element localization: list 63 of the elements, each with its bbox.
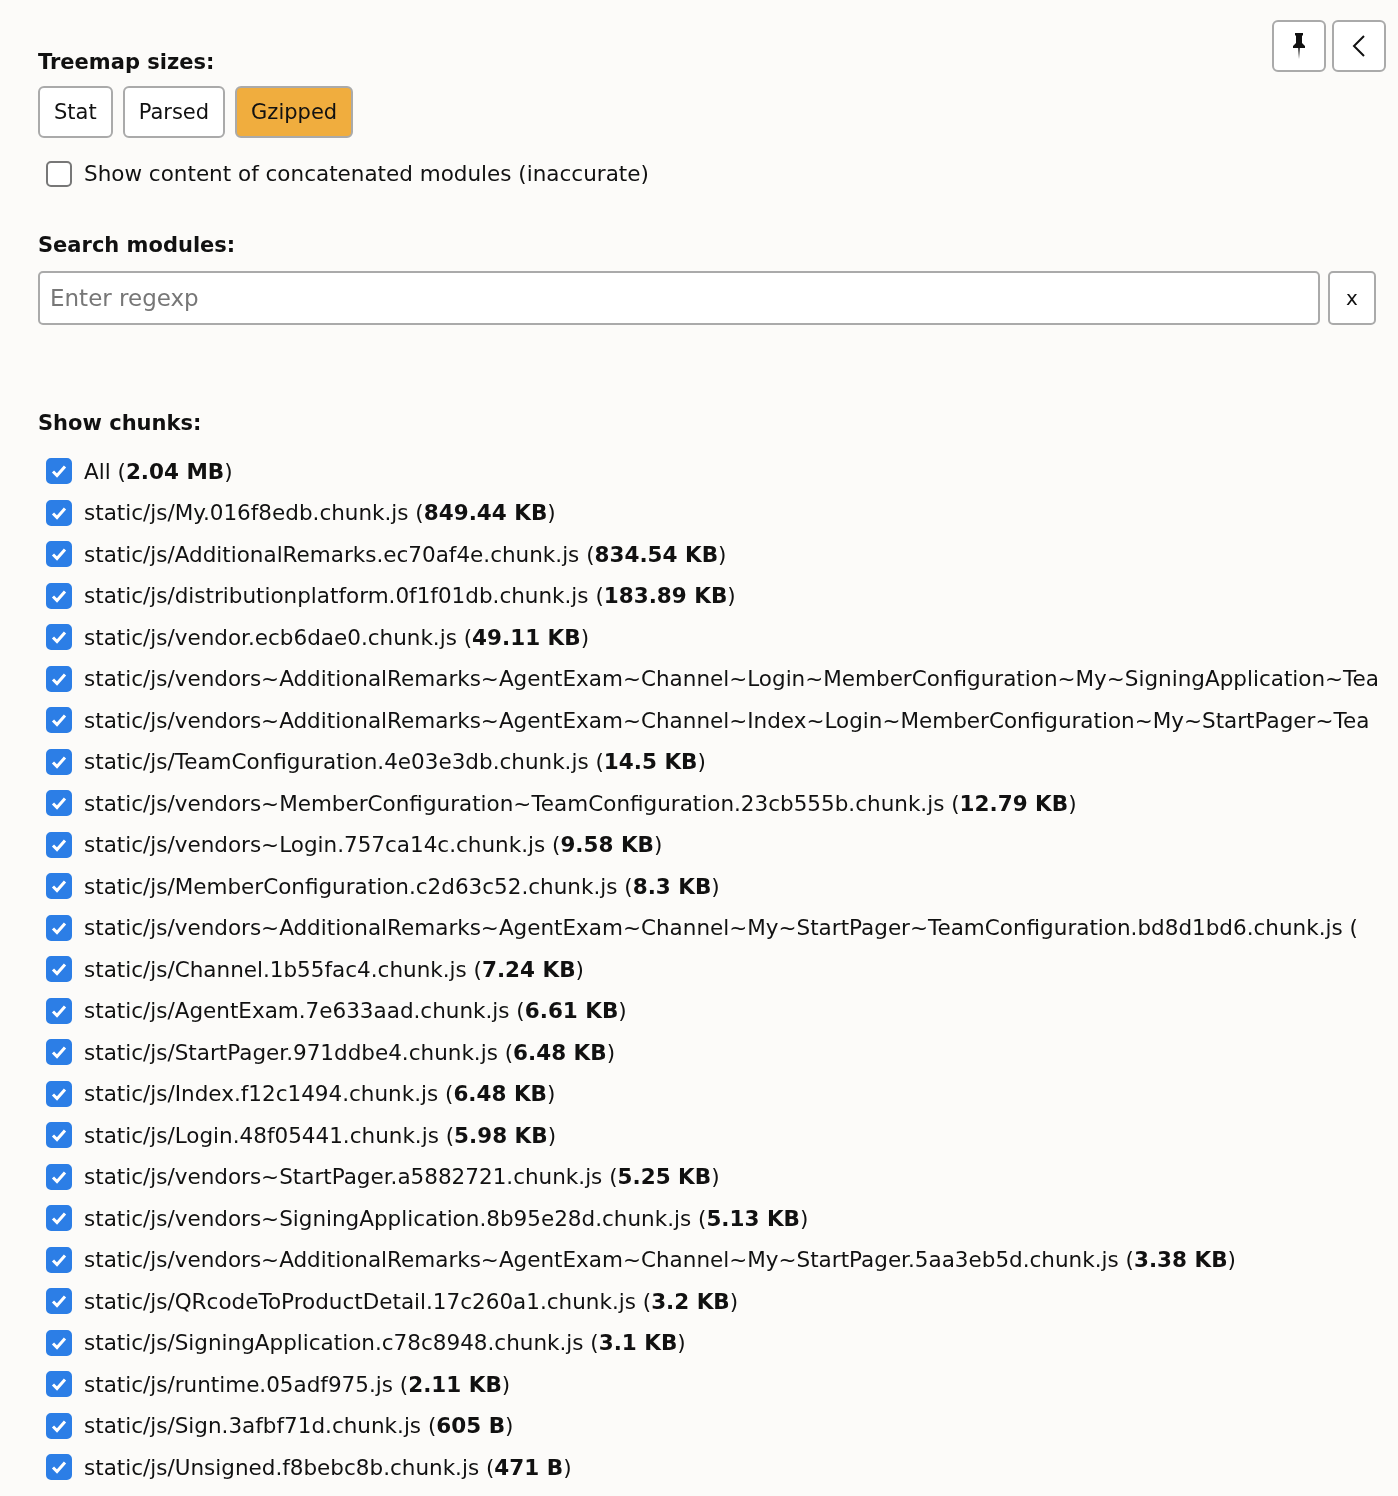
chunk-label: static/js/distributionplatform.0f1f01db.chunk.js (183.89 KB) [84,583,736,609]
checkbox[interactable] [46,1371,72,1398]
checkbox[interactable] [46,707,72,734]
checkbox[interactable] [46,160,72,187]
checkbox[interactable] [46,1412,72,1439]
chunk-label: static/js/vendors~MemberConfiguration~TeamConfiguration.23cb555b.chunk.js (12.79 KB) [84,790,1077,816]
chunk-label: static/js/Login.48f05441.chunk.js (5.98 KB) [84,1122,557,1148]
chunk-label: static/js/runtime.05adf975.js (2.11 KB) [84,1371,511,1397]
checkbox[interactable] [46,624,72,651]
chunk-label: static/js/vendors~AdditionalRemarks~AgentExam~Channel~My~StartPager.5aa3eb5d.chunk.js (3.38 KB) [84,1247,1236,1273]
checkbox[interactable] [46,458,72,485]
chunk-label: static/js/Index.f12c1494.chunk.js (6.48 KB) [84,1081,556,1107]
chunk-label: static/js/AgentExam.7e633aad.chunk.js (6.61 KB) [84,998,627,1024]
chunk-label: static/js/vendors~Login.757ca14c.chunk.js (9.58 KB) [84,832,663,858]
checkbox[interactable] [46,1288,72,1315]
checkbox[interactable] [46,748,72,775]
checkbox[interactable] [46,873,72,900]
chunk-label: static/js/vendors~AdditionalRemarks~AgentExam~Channel~My~StartPager~TeamConfiguration.bd8d1bd6.chunk.js ( [84,915,1358,941]
checkbox[interactable] [46,914,72,941]
chunk-label: static/js/SigningApplication.c78c8948.chunk.js (3.1 KB) [84,1330,686,1356]
checkbox[interactable] [46,831,72,858]
pin-button[interactable] [1272,20,1326,72]
chunk-label: static/js/vendors~AdditionalRemarks~AgentExam~Channel~Login~MemberConfiguration~My~SigningApplication~Tea [84,666,1379,692]
checkbox[interactable] [46,956,72,983]
checkbox[interactable] [46,1122,72,1149]
checkbox[interactable] [46,1454,72,1481]
collapse-button[interactable] [1332,20,1386,72]
checkbox-label: Show content of concatenated modules (inaccurate) [84,161,649,187]
checkbox[interactable] [46,582,72,609]
chunk-label: static/js/MemberConfiguration.c2d63c52.chunk.js (8.3 KB) [84,873,720,899]
chunk-label: static/js/AdditionalRemarks.ec70af4e.chunk.js (834.54 KB) [84,541,727,567]
chunk-label: static/js/vendors~AdditionalRemarks~AgentExam~Channel~Index~Login~MemberConfiguration~My~StartPager~Tea [84,707,1370,733]
size-option[interactable]: Gzipped [235,86,354,138]
section-title: Treemap sizes: [38,50,216,74]
search-field[interactable]: Enter regexp [38,270,1320,325]
clear-button[interactable]: x [1328,270,1376,325]
chunk-label: static/js/TeamConfiguration.4e03e3db.chunk.js (14.5 KB) [84,749,706,775]
chunk-label: static/js/vendors~StartPager.a5882721.chunk.js (5.25 KB) [84,1164,720,1190]
checkbox[interactable] [46,499,72,526]
chunk-label: static/js/vendors~SigningApplication.8b95e28d.chunk.js (5.13 KB) [84,1205,809,1231]
checkbox[interactable] [46,665,72,692]
chunk-label: static/js/My.016f8edb.chunk.js (849.44 KB) [84,500,556,526]
checkbox[interactable] [46,1039,72,1066]
chunk-label: All (2.04 MB) [84,458,233,484]
checkbox[interactable] [46,1080,72,1107]
checkbox[interactable] [46,1205,72,1232]
size-option[interactable]: Parsed [122,86,226,138]
checkbox[interactable] [46,790,72,817]
section-title: Show chunks: [38,410,203,435]
size-option[interactable]: Stat [38,86,113,138]
checkbox[interactable] [46,997,72,1024]
chunk-label: static/js/StartPager.971ddbe4.chunk.js (6.48 KB) [84,1039,616,1065]
checkbox[interactable] [46,1163,72,1190]
chevron-left-icon [1352,34,1366,58]
checkbox[interactable] [46,1246,72,1273]
chunk-label: static/js/Sign.3afbf71d.chunk.js (605 B) [84,1413,514,1439]
chunk-label: static/js/QRcodeToProductDetail.17c260a1.chunk.js (3.2 KB) [84,1288,739,1314]
chunk-label: static/js/Unsigned.f8bebc8b.chunk.js (471 B) [84,1454,572,1480]
checkbox[interactable] [46,1329,72,1356]
chunk-label: static/js/vendor.ecb6dae0.chunk.js (49.11 KB) [84,624,590,650]
chunk-label: static/js/Channel.1b55fac4.chunk.js (7.24 KB) [84,956,584,982]
section-title: Search modules: [38,232,237,257]
checkbox[interactable] [46,541,72,568]
